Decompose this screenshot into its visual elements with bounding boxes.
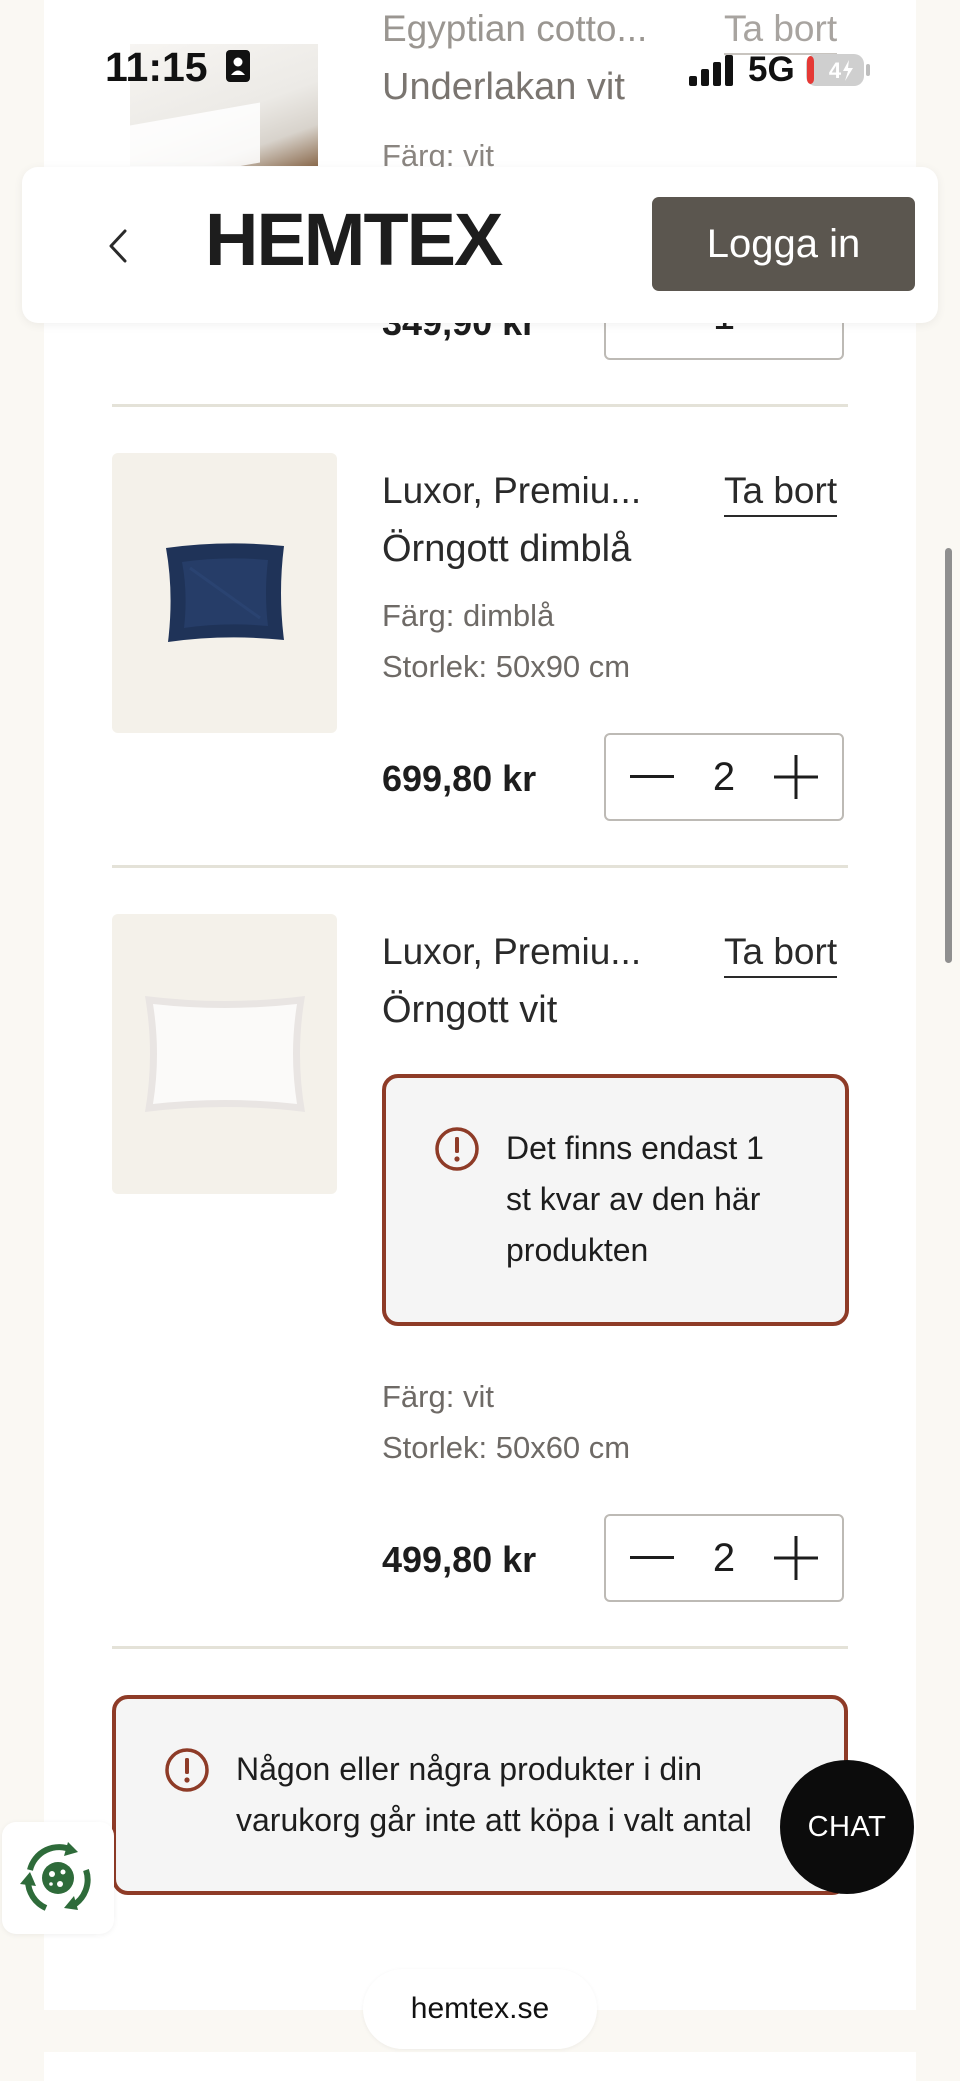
item-2-quantity-stepper[interactable]: 2 bbox=[604, 733, 844, 821]
stock-warning-text: Det finns endast 1 st kvar av den här pr… bbox=[506, 1123, 764, 1276]
item-1-brand: Egyptian cotto... bbox=[382, 8, 648, 49]
item-3-brand: Luxor, Premiu... bbox=[382, 931, 642, 972]
item-3-price: 499,80 kr bbox=[382, 1539, 537, 1580]
product-image-orngott-dimbla[interactable] bbox=[112, 453, 337, 733]
status-time-text: 11:15 bbox=[105, 44, 208, 90]
item-1-name: Underlakan vit bbox=[382, 66, 625, 108]
item-2-price: 699,80 kr bbox=[382, 758, 537, 799]
item-3-quantity-stepper[interactable]: 2 bbox=[604, 1514, 844, 1602]
white-pillow-image bbox=[144, 996, 305, 1112]
item-2-decrease-button[interactable] bbox=[628, 753, 676, 801]
chevron-left-icon bbox=[109, 229, 127, 263]
product-image-orngott-vit[interactable] bbox=[112, 914, 337, 1194]
stock-warning-line: produkten bbox=[506, 1232, 649, 1268]
item-2-brand: Luxor, Premiu... bbox=[382, 470, 642, 511]
plus-icon bbox=[774, 755, 818, 799]
chat-button[interactable]: CHAT bbox=[780, 1760, 914, 1894]
item-3-color: Färg: vit bbox=[382, 1379, 494, 1414]
item-2-size: Storlek: 50x90 cm bbox=[382, 649, 631, 684]
navy-pillow-image bbox=[165, 543, 284, 642]
item-3-name: Örngott vit bbox=[382, 989, 558, 1031]
cart-warning-line: Någon eller några produkter i din bbox=[236, 1751, 703, 1787]
item-2-color: Färg: dimblå bbox=[382, 598, 555, 633]
stock-warning-line: Det finns endast 1 bbox=[506, 1130, 764, 1166]
minus-icon bbox=[630, 1556, 674, 1559]
network-type: 5G bbox=[748, 50, 795, 89]
item-3-quantity: 2 bbox=[712, 1535, 736, 1580]
hemtex-logo[interactable]: HEMTEX bbox=[205, 200, 503, 280]
minus-icon bbox=[630, 775, 674, 778]
item-3-increase-button[interactable] bbox=[772, 1534, 820, 1582]
item-2-quantity: 2 bbox=[712, 754, 736, 799]
scrollbar[interactable] bbox=[945, 548, 952, 963]
item-3-size: Storlek: 50x60 cm bbox=[382, 1430, 631, 1465]
plus-icon bbox=[774, 1536, 818, 1580]
item-1-remove-link[interactable]: Ta bort bbox=[724, 8, 838, 55]
item-2-remove-link[interactable]: Ta bort bbox=[724, 470, 838, 517]
cart-warning-line: varukorg går inte att köpa i valt antal bbox=[236, 1802, 752, 1838]
alert-circle-icon bbox=[435, 1127, 479, 1171]
item-3-decrease-button[interactable] bbox=[628, 1534, 676, 1582]
bottom-strip bbox=[44, 2052, 916, 2081]
stock-warning-line: st kvar av den här bbox=[506, 1181, 761, 1217]
status-time: 11:15 bbox=[105, 44, 251, 91]
battery-icon: 4 bbox=[805, 54, 870, 86]
back-button[interactable] bbox=[98, 226, 138, 266]
svg-text:4: 4 bbox=[829, 58, 842, 83]
divider bbox=[112, 1646, 848, 1649]
cookie-recycle-icon bbox=[20, 1842, 91, 1911]
browser-url-bar[interactable]: hemtex.se bbox=[363, 1969, 597, 2049]
login-button[interactable]: Logga in bbox=[652, 197, 915, 291]
signal-icon bbox=[689, 55, 733, 86]
item-2-increase-button[interactable] bbox=[772, 753, 820, 801]
item-2-name: Örngott dimblå bbox=[382, 528, 632, 570]
divider bbox=[112, 865, 848, 868]
status-icons: 5G 4 bbox=[688, 50, 871, 89]
alert-circle-icon bbox=[165, 1748, 209, 1792]
divider bbox=[112, 404, 848, 407]
cart-warning-text: Någon eller några produkter i din varuko… bbox=[236, 1744, 836, 1846]
contact-card-icon bbox=[226, 50, 251, 82]
cookie-settings-button[interactable] bbox=[2, 1822, 114, 1934]
item-3-remove-link[interactable]: Ta bort bbox=[724, 931, 838, 978]
